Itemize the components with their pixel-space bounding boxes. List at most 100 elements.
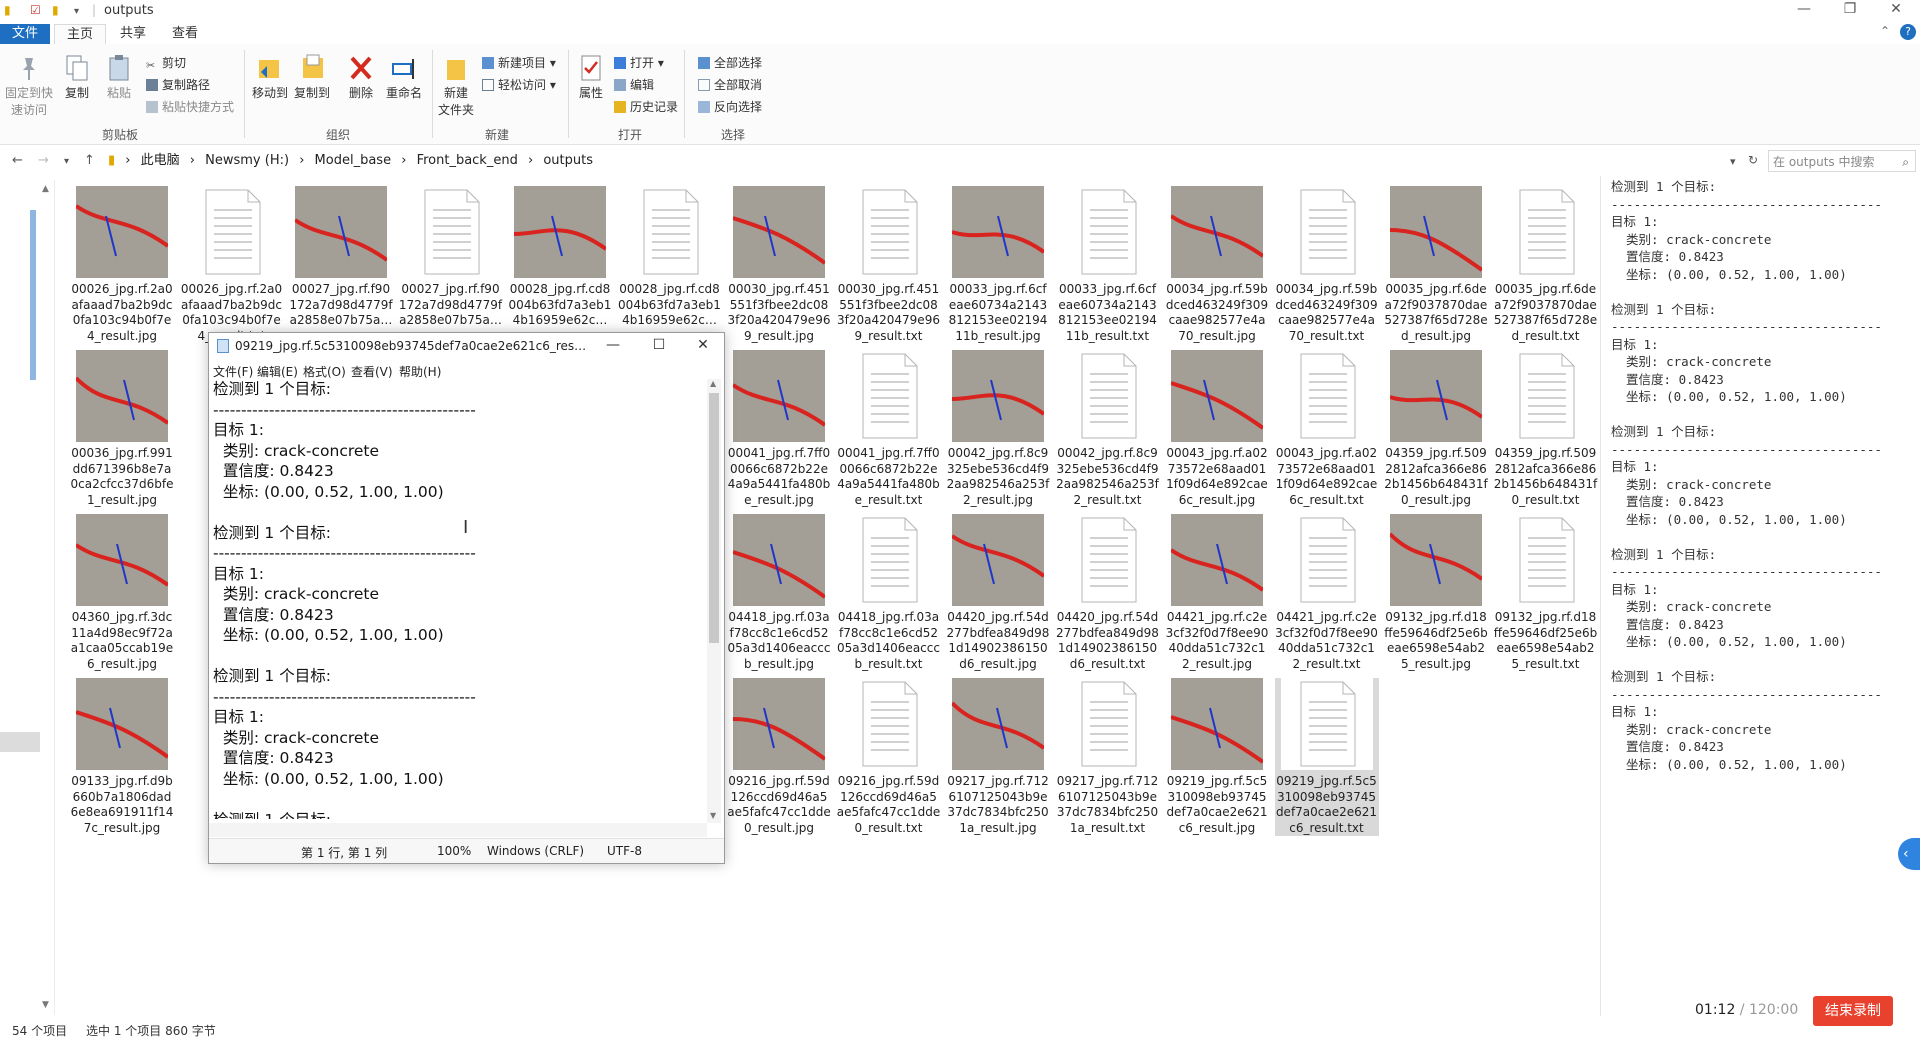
file-item[interactable]: 00035_jpg.rf.6dea72f9037870dae527387f65d… <box>1384 186 1488 344</box>
file-item[interactable]: 09219_jpg.rf.5c5310098eb93745def7a0cae2e… <box>1165 678 1269 836</box>
breadcrumb-model-base[interactable]: Model_base <box>315 153 392 168</box>
back-icon[interactable]: ← <box>12 153 23 168</box>
forward-icon[interactable]: → <box>38 153 49 168</box>
move-to-button[interactable]: 移动到 <box>250 54 290 101</box>
scroll-up-arrow-icon[interactable]: ▲ <box>710 379 716 388</box>
address-dropdown-icon[interactable]: ▾ <box>1730 155 1736 168</box>
invert-selection-button[interactable]: 反向选择 <box>698 98 762 115</box>
breadcrumb-outputs[interactable]: outputs <box>543 153 593 168</box>
open-button[interactable]: 打开 ▾ <box>614 54 664 71</box>
scroll-down-arrow-icon[interactable]: ▼ <box>710 811 716 820</box>
copy-button[interactable]: 复制 <box>60 54 94 101</box>
delete-button[interactable]: 删除 <box>344 54 378 101</box>
menu-help[interactable]: 帮助(H) <box>399 363 441 380</box>
help-icon[interactable]: ? <box>1900 24 1916 40</box>
new-folder-quick-icon[interactable]: ▮ <box>52 3 59 17</box>
file-item[interactable]: 09132_jpg.rf.d18ffe59646df25e6beae6598e5… <box>1494 514 1598 672</box>
notepad-scroll-thumb[interactable] <box>709 393 719 643</box>
navigation-pane[interactable]: ▲ ▼ <box>0 180 55 1015</box>
easy-access-button[interactable]: 轻松访问 ▾ <box>482 76 556 93</box>
refresh-icon[interactable]: ↻ <box>1748 153 1758 167</box>
file-item[interactable]: 04359_jpg.rf.5092812afca366e862b1456b648… <box>1494 350 1598 508</box>
breadcrumb[interactable]: ▮ › 此电脑 › Newsmy (H:) › Model_base › Fro… <box>108 151 1738 171</box>
tab-view[interactable]: 查看 <box>160 24 210 44</box>
nav-selected-item[interactable] <box>0 732 40 752</box>
breadcrumb-drive[interactable]: Newsmy (H:) <box>205 153 289 168</box>
stop-recording-button[interactable]: 结束录制 <box>1813 996 1893 1026</box>
file-item[interactable]: 04421_jpg.rf.c2e3cf32f0d7f8ee9040dda51c7… <box>1165 514 1269 672</box>
file-item[interactable]: 04420_jpg.rf.54d277bdfea849d981d14902386… <box>946 514 1050 672</box>
minimize-button[interactable]: — <box>1784 1 1824 17</box>
file-item[interactable]: 00030_jpg.rf.451551f3fbee2dc083f20a42047… <box>727 186 831 344</box>
notepad-minimize-button[interactable]: — <box>593 337 633 353</box>
notepad-close-button[interactable]: ✕ <box>683 337 723 353</box>
cut-button[interactable]: ✂ 剪切 <box>146 54 186 72</box>
scroll-down-icon[interactable]: ▼ <box>42 1000 49 1010</box>
file-item[interactable]: 00026_jpg.rf.2a0afaaad7ba2b9dc0fa103c94b… <box>70 186 174 344</box>
file-item[interactable]: 04421_jpg.rf.c2e3cf32f0d7f8ee9040dda51c7… <box>1275 514 1379 672</box>
paste-shortcut-button[interactable]: 粘贴快捷方式 <box>146 98 234 115</box>
file-item[interactable]: 00030_jpg.rf.451551f3fbee2dc083f20a42047… <box>837 186 941 344</box>
close-button[interactable]: ✕ <box>1876 1 1916 17</box>
file-item[interactable]: 04418_jpg.rf.03af78cc8c1e6cd5205a3d1406e… <box>727 514 831 672</box>
paste-button[interactable]: 粘贴 <box>102 54 136 101</box>
menu-file[interactable]: 文件(F) <box>213 363 253 380</box>
new-folder-button[interactable]: 新建 文件夹 <box>436 54 476 118</box>
breadcrumb-this-pc[interactable]: 此电脑 <box>141 153 180 168</box>
maximize-button[interactable]: ❐ <box>1830 1 1870 17</box>
notepad-maximize-button[interactable]: ☐ <box>639 337 679 353</box>
breadcrumb-front-back-end[interactable]: Front_back_end <box>417 153 518 168</box>
file-item[interactable]: 09216_jpg.rf.59d126ccd69d46a5ae5fafc47cc… <box>727 678 831 836</box>
copy-to-button[interactable]: 复制到 <box>292 54 332 101</box>
file-item[interactable]: 00042_jpg.rf.8c9325ebe536cd4f92aa982546a… <box>946 350 1050 508</box>
edit-button[interactable]: 编辑 <box>614 76 654 93</box>
menu-edit[interactable]: 编辑(E) <box>257 363 298 380</box>
file-item[interactable]: 00041_jpg.rf.7ff00066c6872b22e4a9a5441fa… <box>837 350 941 508</box>
file-item[interactable]: 00034_jpg.rf.59bdced463249f309caae982577… <box>1165 186 1269 344</box>
select-all-button[interactable]: 全部选择 <box>698 54 762 71</box>
file-item[interactable]: 00035_jpg.rf.6dea72f9037870dae527387f65d… <box>1494 186 1598 344</box>
file-item[interactable]: 00043_jpg.rf.a0273572e68aad011f09d64e892… <box>1275 350 1379 508</box>
file-item[interactable]: 09216_jpg.rf.59d126ccd69d46a5ae5fafc47cc… <box>837 678 941 836</box>
file-item[interactable]: 09217_jpg.rf.7126107125043b9e37dc7834bfc… <box>946 678 1050 836</box>
rename-button[interactable]: 重命名 <box>382 54 426 101</box>
copy-path-button[interactable]: 复制路径 <box>146 76 210 93</box>
file-item[interactable]: 04418_jpg.rf.03af78cc8c1e6cd5205a3d1406e… <box>837 514 941 672</box>
file-item[interactable]: 09132_jpg.rf.d18ffe59646df25e6beae6598e5… <box>1384 514 1488 672</box>
file-item[interactable]: 00028_jpg.rf.cd8004b63fd7a3eb14b16959e62… <box>618 186 722 329</box>
file-item[interactable]: 00036_jpg.rf.991dd671396b8e7a0ca2cfcc37d… <box>70 350 174 508</box>
file-item[interactable]: 04420_jpg.rf.54d277bdfea849d981d14902386… <box>1056 514 1160 672</box>
file-item[interactable]: 00033_jpg.rf.6cfeae60734a2143812153ee021… <box>946 186 1050 344</box>
customize-quick-access-icon[interactable]: ▾ <box>74 6 79 17</box>
notepad-horizontal-scrollbar[interactable] <box>209 823 707 837</box>
up-icon[interactable]: ↑ <box>84 153 95 168</box>
tab-share[interactable]: 共享 <box>108 24 158 44</box>
search-input[interactable]: 在 outputs 中搜索 ⌕ <box>1768 150 1916 172</box>
file-item[interactable]: 00027_jpg.rf.f90172a7d98d4779fa2858e07b7… <box>399 186 503 329</box>
file-item[interactable]: 00041_jpg.rf.7ff00066c6872b22e4a9a5441fa… <box>727 350 831 508</box>
file-item[interactable]: 09217_jpg.rf.7126107125043b9e37dc7834bfc… <box>1056 678 1160 836</box>
file-item[interactable]: 09219_jpg.rf.5c5310098eb93745def7a0cae2e… <box>1274 678 1379 836</box>
file-item[interactable]: 09133_jpg.rf.d9b660b7a1806dad6e8ea691911… <box>70 678 174 836</box>
tab-file[interactable]: 文件 <box>0 24 51 44</box>
select-none-button[interactable]: 全部取消 <box>698 76 762 93</box>
menu-format[interactable]: 格式(O) <box>303 363 346 380</box>
notepad-window[interactable]: 09219_jpg.rf.5c5310098eb93745def7a0cae2e… <box>208 332 725 864</box>
history-button[interactable]: 历史记录 <box>614 98 678 115</box>
properties-quick-icon[interactable]: ☑ <box>30 3 41 17</box>
notepad-text-area[interactable]: 检测到 1 个目标: -----------------------------… <box>213 379 703 819</box>
new-item-button[interactable]: 新建项目 ▾ <box>482 54 556 71</box>
file-item[interactable]: 00042_jpg.rf.8c9325ebe536cd4f92aa982546a… <box>1056 350 1160 508</box>
file-item[interactable]: 00028_jpg.rf.cd8004b63fd7a3eb14b16959e62… <box>508 186 612 329</box>
collapse-ribbon-icon[interactable]: ⌃ <box>1880 24 1890 38</box>
file-item[interactable]: 00026_jpg.rf.2a0afaaad7ba2b9dc0fa103c94b… <box>180 186 284 344</box>
menu-view[interactable]: 查看(V) <box>351 363 393 380</box>
file-item[interactable]: 04360_jpg.rf.3dc11a4d98ec9f72aa1caa05cca… <box>70 514 174 672</box>
tab-home[interactable]: 主页 <box>54 24 107 45</box>
file-item[interactable]: 00043_jpg.rf.a0273572e68aad011f09d64e892… <box>1165 350 1269 508</box>
file-item[interactable]: 00033_jpg.rf.6cfeae60734a2143812153ee021… <box>1056 186 1160 344</box>
file-item[interactable]: 00027_jpg.rf.f90172a7d98d4779fa2858e07b7… <box>289 186 393 329</box>
file-item[interactable]: 00034_jpg.rf.59bdced463249f309caae982577… <box>1275 186 1379 344</box>
properties-button[interactable]: 属性 <box>574 54 608 101</box>
notepad-title-bar[interactable]: 09219_jpg.rf.5c5310098eb93745def7a0cae2e… <box>209 333 724 361</box>
